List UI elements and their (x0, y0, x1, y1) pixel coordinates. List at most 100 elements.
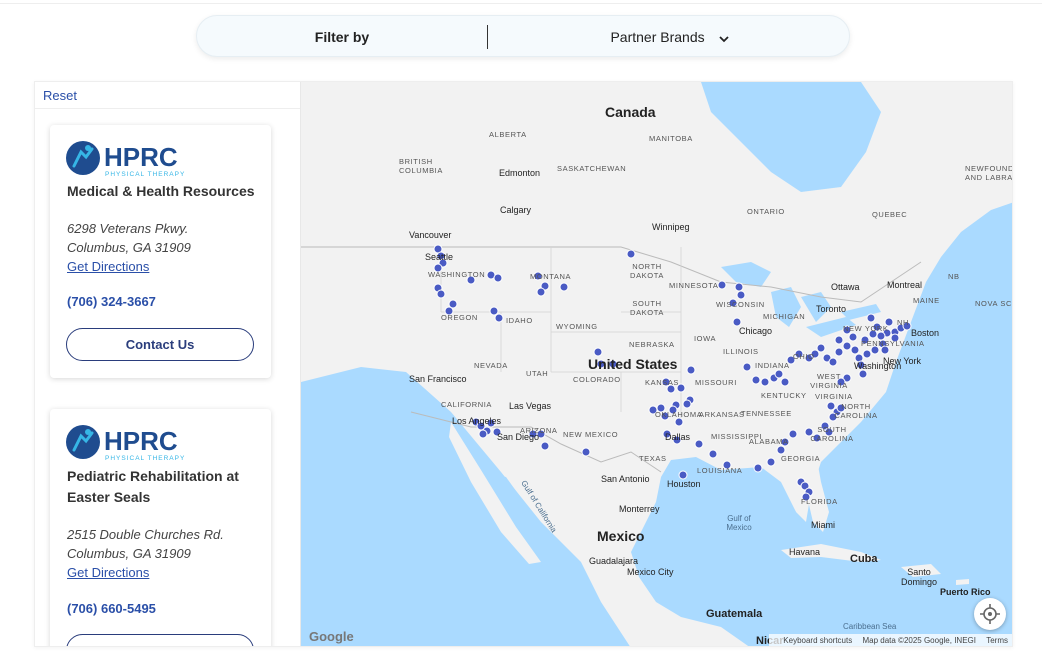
map-label-state: OHIO (793, 352, 815, 361)
map-label-state: NH (897, 318, 910, 327)
location-marker[interactable] (866, 313, 876, 323)
location-marker[interactable] (766, 457, 776, 467)
location-name: Pediatric Rehabilitation at Easter Seals (67, 468, 239, 505)
location-marker[interactable] (736, 290, 746, 300)
phone-link[interactable]: (706) 660-5495 (67, 601, 156, 616)
location-marker[interactable] (686, 365, 696, 375)
location-marker[interactable] (717, 280, 727, 290)
location-card: HPRC PHYSICAL THERAPY Medical & Health R… (50, 125, 271, 378)
map-label-city: San Antonio (601, 474, 650, 484)
map-label-state: MINNESOTA (669, 281, 719, 290)
location-marker[interactable] (858, 369, 868, 379)
location-marker[interactable] (682, 399, 692, 409)
address-line-2: Columbus, GA 31909 (67, 546, 191, 561)
map-label-state: BRITISH COLUMBIA (399, 157, 443, 175)
location-marker[interactable] (536, 287, 546, 297)
location-marker[interactable] (828, 357, 838, 367)
map-label-city: Puerto Rico (940, 587, 991, 597)
map-label-state: KENTUCKY (761, 391, 807, 400)
location-marker[interactable] (774, 369, 784, 379)
map-label-state: NEW YORK (843, 324, 889, 333)
locate-me-icon (980, 604, 1000, 624)
partner-brands-dropdown[interactable]: Partner Brands (488, 16, 851, 58)
phone-link[interactable]: (706) 324-3667 (67, 294, 156, 309)
map-label-state: IOWA (694, 334, 717, 343)
map-label-city: Guadalajara (589, 556, 639, 566)
map-label-state: NEWFOUNDLAND AND LABRA (965, 164, 1013, 182)
map-label-state: QUEBEC (872, 210, 908, 219)
location-map[interactable]: Canada United States Mexico Cuba Guatema… (301, 82, 1013, 646)
map-label-state: IDAHO (506, 316, 533, 325)
location-marker[interactable] (694, 439, 704, 449)
location-marker[interactable] (734, 282, 744, 292)
logo-text: HPRC (104, 426, 178, 456)
get-directions-link[interactable]: Get Directions (67, 565, 149, 580)
map-label-state: ONTARIO (747, 207, 785, 216)
map-label-state: MICHIGAN (763, 312, 806, 321)
hprc-logo: HPRC PHYSICAL THERAPY (66, 140, 190, 178)
map-label-state: NB (948, 272, 960, 281)
location-marker[interactable] (834, 347, 844, 357)
map-label-country: Cuba (850, 553, 878, 565)
location-marker[interactable] (862, 349, 872, 359)
location-marker[interactable] (626, 249, 636, 259)
filter-label: Filter by (314, 29, 370, 45)
location-marker[interactable] (842, 341, 852, 351)
terms-link[interactable]: Terms (986, 636, 1008, 645)
location-marker[interactable] (776, 445, 786, 455)
logo-tagline: PHYSICAL THERAPY (105, 171, 185, 178)
address-line-2: Columbus, GA 31909 (67, 240, 191, 255)
dropdown-selected-value: Partner Brands (610, 29, 705, 45)
map-label-city: Havana (789, 547, 821, 557)
map-label-state: NORTH CAROLINA (834, 402, 878, 420)
location-marker[interactable] (742, 362, 752, 372)
location-marker[interactable] (751, 375, 761, 385)
location-marker[interactable] (478, 429, 488, 439)
contact-us-button[interactable]: Contact Us (66, 634, 254, 646)
map-label-state: FLORIDA (801, 497, 838, 506)
contact-us-button[interactable]: Contact Us (66, 328, 254, 361)
location-marker[interactable] (540, 441, 550, 451)
location-marker[interactable] (780, 377, 790, 387)
location-marker[interactable] (788, 429, 798, 439)
location-marker[interactable] (760, 377, 770, 387)
location-marker[interactable] (834, 335, 844, 345)
map-label-state: NEW MEXICO (563, 430, 619, 439)
location-marker[interactable] (753, 463, 763, 473)
keyboard-shortcuts-link[interactable]: Keyboard shortcuts (783, 636, 852, 645)
location-marker[interactable] (494, 313, 504, 323)
location-marker[interactable] (708, 449, 718, 459)
get-directions-link[interactable]: Get Directions (67, 259, 149, 274)
location-marker[interactable] (489, 306, 499, 316)
reset-link[interactable]: Reset (43, 88, 77, 103)
location-marker[interactable] (850, 345, 860, 355)
location-marker[interactable] (493, 273, 503, 283)
location-marker[interactable] (581, 447, 591, 457)
location-marker[interactable] (732, 317, 742, 327)
map-label-city: Seattle (425, 252, 454, 262)
map-label-state: LOUISIANA (697, 466, 743, 475)
location-marker[interactable] (848, 332, 858, 342)
location-marker[interactable] (678, 470, 688, 480)
location-name: Medical & Health Resources (67, 183, 255, 199)
map-label-city: Ottawa (831, 282, 860, 292)
map-label-state: MISSOURI (695, 378, 737, 387)
map-label-city: Vancouver (409, 230, 452, 240)
map-label-city: San Diego (497, 432, 540, 442)
map-label-state: UTAH (526, 369, 549, 378)
map-label-state: SOUTH DAKOTA (630, 299, 664, 317)
top-divider (0, 0, 1042, 4)
map-label-country: United States (588, 356, 678, 372)
location-marker[interactable] (559, 282, 569, 292)
reset-divider (35, 108, 300, 109)
location-sidebar[interactable]: Reset HPRC PHYSICAL THERAPY Medical & He… (35, 82, 301, 646)
map-label-state: CALIFORNIA (441, 400, 493, 409)
location-marker[interactable] (816, 343, 826, 353)
map-label-city: San Francisco (409, 374, 467, 384)
location-marker[interactable] (436, 289, 446, 299)
location-marker[interactable] (593, 347, 603, 357)
location-marker[interactable] (674, 417, 684, 427)
locate-me-button[interactable] (974, 598, 1006, 630)
map-label-city: Montreal (887, 280, 923, 290)
map-label-water: Gulf of Mexico (726, 514, 752, 532)
